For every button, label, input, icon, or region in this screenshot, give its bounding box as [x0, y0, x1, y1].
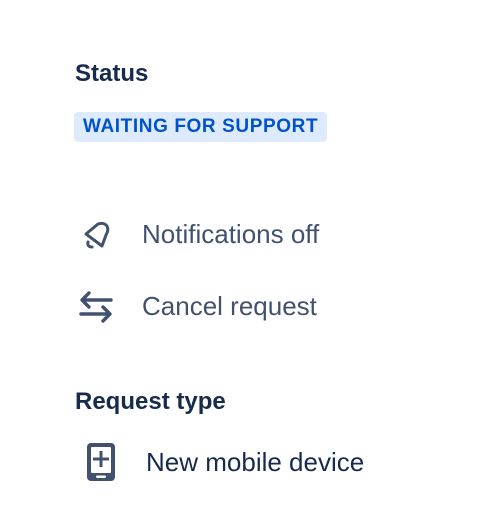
status-badge: WAITING FOR SUPPORT	[74, 112, 328, 142]
cancel-request-label: Cancel request	[142, 290, 317, 321]
request-type-label: New mobile device	[146, 446, 365, 477]
mobile-device-add-icon	[84, 440, 120, 484]
request-type-value: New mobile device	[84, 440, 364, 484]
transition-arrows-icon	[78, 286, 122, 326]
request-type-heading: Request type	[75, 388, 226, 415]
status-heading: Status	[75, 60, 149, 87]
notifications-off-label: Notifications off	[142, 218, 320, 249]
bell-slash-icon	[78, 214, 122, 254]
notifications-toggle-button[interactable]: Notifications off	[76, 214, 319, 254]
cancel-request-button[interactable]: Cancel request	[76, 286, 317, 326]
